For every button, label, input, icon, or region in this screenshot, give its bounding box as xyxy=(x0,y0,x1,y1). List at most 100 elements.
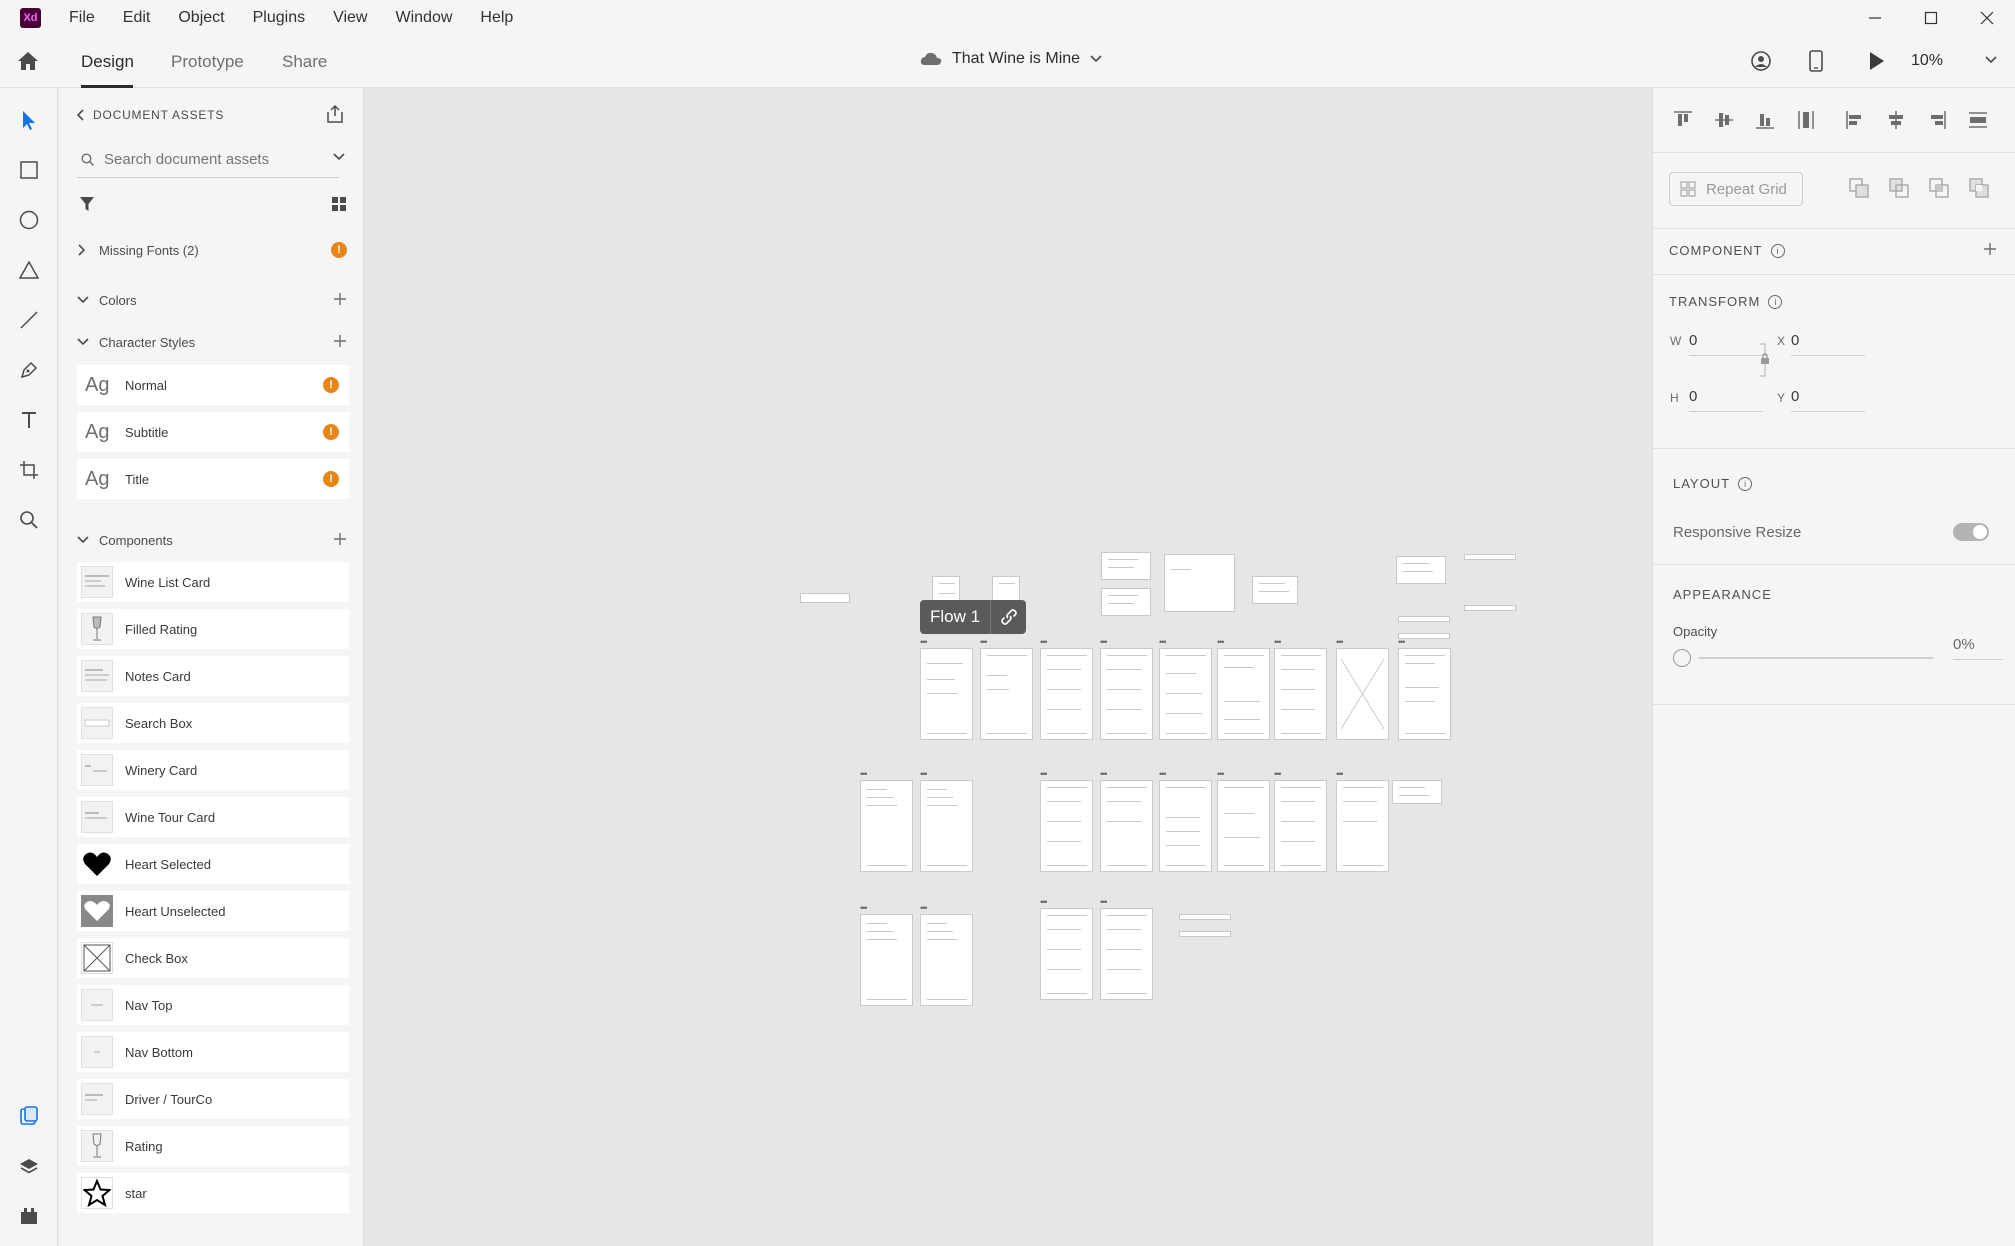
component-notes-card[interactable]: Notes Card xyxy=(77,656,349,696)
component-driver-tourco[interactable]: Driver / TourCo xyxy=(77,1079,349,1119)
artboard[interactable] xyxy=(1100,648,1153,740)
artboard-menu[interactable]: ••• xyxy=(1336,638,1344,647)
width-field[interactable]: 0 xyxy=(1689,332,1763,356)
artboard-menu[interactable]: ••• xyxy=(1100,898,1108,907)
artboard[interactable] xyxy=(920,648,973,740)
artboard[interactable] xyxy=(980,648,1033,740)
responsive-resize-toggle[interactable] xyxy=(1953,523,1989,541)
info-icon[interactable]: i xyxy=(1770,243,1785,258)
select-tool[interactable] xyxy=(17,108,41,132)
artboard[interactable] xyxy=(1336,780,1389,872)
artboard-menu[interactable]: ••• xyxy=(1040,770,1048,779)
menu-window[interactable]: Window xyxy=(395,9,452,27)
artboard-menu[interactable]: ••• xyxy=(980,638,988,647)
component-star[interactable]: star xyxy=(77,1173,349,1213)
artboard-menu[interactable]: ••• xyxy=(1217,770,1225,779)
tab-prototype[interactable]: Prototype xyxy=(171,52,244,72)
artboard[interactable] xyxy=(1336,648,1389,740)
artboard[interactable] xyxy=(1100,908,1153,1000)
artboard[interactable] xyxy=(920,780,973,872)
align-left-button[interactable] xyxy=(1845,110,1865,130)
component-search-box[interactable]: Search Box xyxy=(77,703,349,743)
artboard-menu[interactable]: ••• xyxy=(1398,638,1406,647)
share-user-button[interactable] xyxy=(1750,50,1772,72)
zoom-dropdown[interactable] xyxy=(1985,56,1997,64)
menu-file[interactable]: File xyxy=(69,9,95,27)
artboard[interactable] xyxy=(1040,648,1093,740)
opacity-slider-track[interactable] xyxy=(1699,657,1933,659)
polygon-tool[interactable] xyxy=(17,258,41,282)
component-filled-rating[interactable]: Filled Rating xyxy=(77,609,349,649)
artboard[interactable] xyxy=(860,780,913,872)
plugins-panel-toggle[interactable] xyxy=(17,1204,41,1228)
missing-fonts-row[interactable]: Missing Fonts (2) ! xyxy=(77,238,347,262)
character-styles-section[interactable]: Character Styles xyxy=(77,330,347,354)
artboard[interactable] xyxy=(1217,780,1270,872)
artboard-menu[interactable]: ••• xyxy=(1274,638,1282,647)
artboard[interactable] xyxy=(1100,780,1153,872)
design-canvas[interactable]: ••• ••• ••• ••• ••• ••• ••• ••• ••• ••• … xyxy=(364,88,1652,1246)
text-tool[interactable] xyxy=(17,408,41,432)
artboard-menu[interactable]: ••• xyxy=(1100,638,1108,647)
export-assets-button[interactable] xyxy=(325,104,345,124)
flow-start-badge[interactable]: Flow 1 xyxy=(920,600,1026,634)
assets-header[interactable]: DOCUMENT ASSETS xyxy=(77,108,224,122)
artboard-menu[interactable]: ••• xyxy=(860,770,868,779)
artboard[interactable] xyxy=(1179,914,1231,920)
artboard[interactable] xyxy=(1040,780,1093,872)
artboard[interactable] xyxy=(1398,633,1450,639)
maximize-button[interactable] xyxy=(1903,0,1959,36)
artboard[interactable] xyxy=(800,593,850,603)
boolean-exclude-button[interactable] xyxy=(1969,178,1989,198)
ellipse-tool[interactable] xyxy=(17,208,41,232)
menu-view[interactable]: View xyxy=(333,9,367,27)
artboard-menu[interactable]: ••• xyxy=(920,638,928,647)
artboard[interactable] xyxy=(1464,605,1516,611)
component-nav-top[interactable]: Nav Top xyxy=(77,985,349,1025)
preview-play-button[interactable] xyxy=(1866,50,1886,72)
boolean-add-button[interactable] xyxy=(1849,178,1869,198)
filter-button[interactable] xyxy=(79,196,95,212)
artboard[interactable] xyxy=(1179,931,1231,937)
menu-help[interactable]: Help xyxy=(480,9,513,27)
artboard[interactable] xyxy=(1464,554,1516,560)
character-style-title[interactable]: Ag Title ! xyxy=(77,459,349,499)
distribute-horizontal-button[interactable] xyxy=(1968,110,1988,130)
artboard[interactable] xyxy=(1101,588,1151,616)
artboard[interactable] xyxy=(860,914,913,1006)
artboard-menu[interactable]: ••• xyxy=(1336,770,1344,779)
artboard[interactable] xyxy=(1217,648,1270,740)
boolean-subtract-button[interactable] xyxy=(1889,178,1909,198)
close-button[interactable] xyxy=(1959,0,2015,36)
opacity-slider-handle[interactable] xyxy=(1673,649,1691,667)
character-style-subtitle[interactable]: Ag Subtitle ! xyxy=(77,412,349,452)
artboard-menu[interactable]: ••• xyxy=(1100,770,1108,779)
artboard-menu[interactable]: ••• xyxy=(920,904,928,913)
artboard[interactable] xyxy=(1398,616,1450,622)
add-color-button[interactable] xyxy=(333,292,347,306)
add-component-button[interactable] xyxy=(1983,242,1997,256)
component-check-box[interactable]: Check Box xyxy=(77,938,349,978)
add-component-button[interactable] xyxy=(333,532,347,546)
component-nav-bottom[interactable]: Nav Bottom xyxy=(77,1032,349,1072)
boolean-intersect-button[interactable] xyxy=(1929,178,1949,198)
artboard[interactable] xyxy=(1040,908,1093,1000)
artboard-tool[interactable] xyxy=(17,458,41,482)
artboard-menu[interactable]: ••• xyxy=(1274,770,1282,779)
artboard[interactable] xyxy=(1392,780,1442,804)
component-heart-selected[interactable]: Heart Selected xyxy=(77,844,349,884)
artboard-menu[interactable]: ••• xyxy=(1217,638,1225,647)
y-field[interactable]: 0 xyxy=(1791,388,1865,412)
artboard[interactable] xyxy=(1101,552,1151,580)
rectangle-tool[interactable] xyxy=(17,158,41,182)
artboard[interactable] xyxy=(1159,780,1212,872)
component-wine-tour-card[interactable]: Wine Tour Card xyxy=(77,797,349,837)
character-style-normal[interactable]: Ag Normal ! xyxy=(77,365,349,405)
opacity-field[interactable]: 0% xyxy=(1953,636,2003,660)
search-input[interactable] xyxy=(104,151,284,168)
pen-tool[interactable] xyxy=(17,358,41,382)
lock-aspect-button[interactable] xyxy=(1759,340,1771,380)
artboard[interactable] xyxy=(1398,648,1451,740)
zoom-level[interactable]: 10% xyxy=(1911,52,1943,70)
artboard-menu[interactable]: ••• xyxy=(920,770,928,779)
